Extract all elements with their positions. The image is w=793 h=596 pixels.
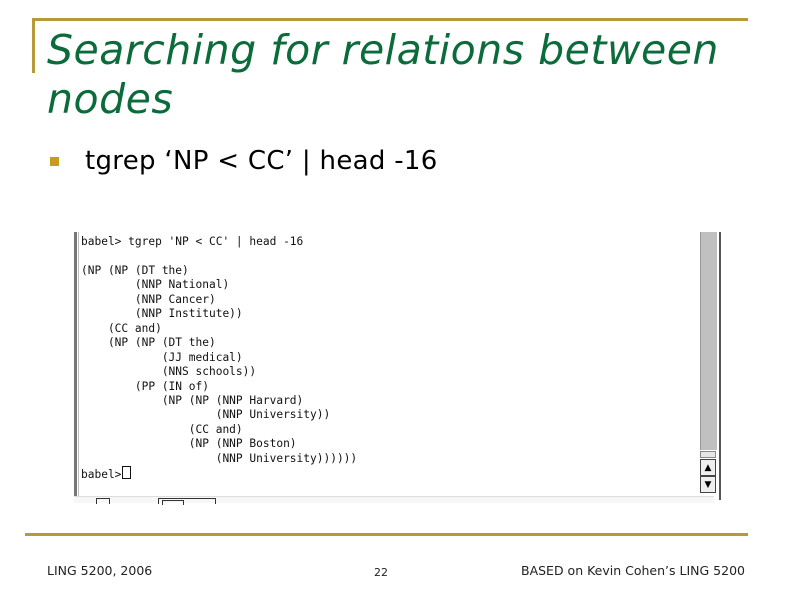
scroll-down-button[interactable]: ▼	[700, 476, 716, 493]
terminal-line: (JJ medical)	[81, 350, 243, 364]
terminal-line: (PP (IN of)	[81, 379, 209, 393]
terminal-prompt[interactable]: babel>	[81, 468, 121, 481]
footer-course: LING 5200, 2006	[47, 563, 153, 578]
terminal-right-border	[719, 232, 721, 500]
terminal-left-border-inner	[78, 232, 79, 500]
terminal-line: (NNP Institute))	[81, 307, 243, 321]
terminal-line: (NNP Cancer)	[81, 292, 216, 306]
title-frame-top-rule	[33, 18, 748, 21]
terminal-left-border	[74, 232, 77, 500]
terminal-screenshot: babel> tgrep 'NP < CC' | head -16 (NP (N…	[74, 232, 722, 505]
terminal-line: (NP (NP (DT the)	[81, 263, 189, 277]
footer-page-number: 22	[374, 566, 388, 579]
terminal-output: babel> tgrep 'NP < CC' | head -16 (NP (N…	[81, 235, 357, 483]
slide-title: Searching for relations between nodes	[47, 26, 719, 123]
arrow-up-icon: ▲	[704, 462, 712, 473]
title-frame-left-rule	[32, 18, 35, 73]
scrollbar-track[interactable]	[700, 232, 717, 450]
terminal-line: (CC and)	[81, 321, 162, 335]
text-cursor	[122, 466, 132, 480]
scrollbar-thumb[interactable]	[700, 451, 716, 458]
footer-rule	[25, 533, 748, 536]
footer-credit: BASED on Kevin Cohen’s LING 5200	[521, 563, 745, 578]
terminal-line: (NNP University))))))	[81, 451, 358, 465]
scroll-up-button[interactable]: ▲	[700, 459, 716, 476]
bottom-bar-icon[interactable]	[96, 498, 110, 504]
bullet-square-icon	[50, 156, 59, 166]
terminal-line: babel> tgrep 'NP < CC' | head -16	[81, 235, 304, 248]
terminal-line: (NP (NP (DT the)	[81, 336, 216, 350]
terminal-line: (NNS schools))	[81, 365, 257, 379]
bullet-item: tgrep ‘NP < CC’ | head -16	[50, 146, 438, 176]
terminal-line: (CC and)	[81, 422, 243, 436]
terminal-line: (NP (NNP Boston)	[81, 437, 297, 451]
bottom-bar-widget-inner	[162, 500, 184, 505]
bullet-text: tgrep ‘NP < CC’ | head -16	[85, 146, 438, 176]
terminal-line: (NNP University))	[81, 408, 331, 422]
arrow-down-icon: ▼	[704, 479, 712, 490]
terminal-line: (NNP National)	[81, 278, 230, 292]
vertical-scrollbar[interactable]: ▲ ▼	[700, 232, 717, 494]
terminal-line: (NP (NP (NNP Harvard)	[81, 393, 304, 407]
